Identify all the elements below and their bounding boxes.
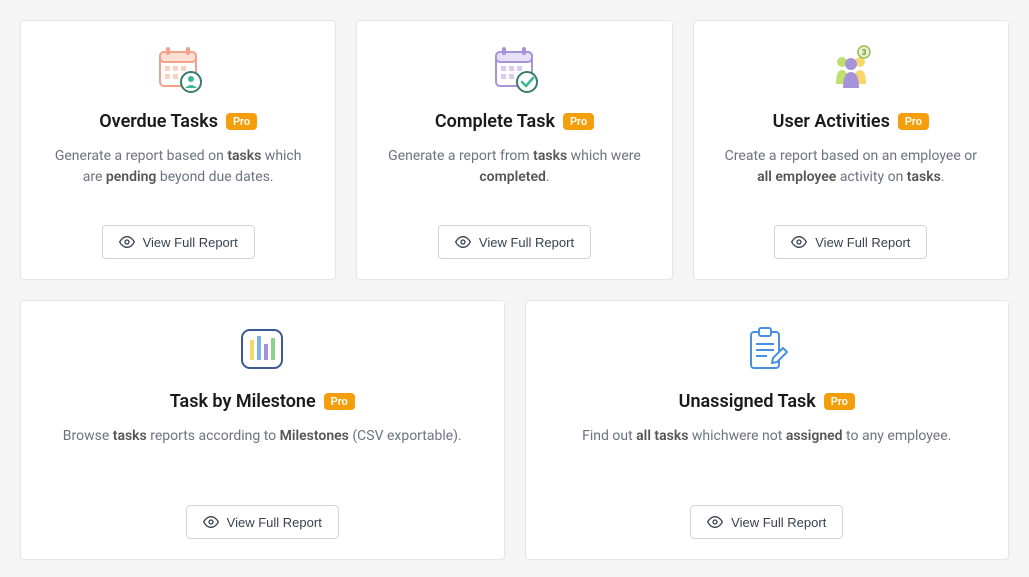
card-description: Find out all tasks whichwere not assigne… (582, 426, 951, 505)
card-description: Browse tasks reports according to Milest… (63, 426, 462, 505)
card-description: Create a report based on an employee or … (719, 146, 983, 225)
view-full-report-button[interactable]: View Full Report (690, 505, 843, 539)
card-title-row: Unassigned Task Pro (679, 391, 855, 412)
calendar-check-icon (487, 41, 541, 97)
card-title: Overdue Tasks (99, 111, 218, 132)
chart-milestone-icon (232, 321, 292, 377)
pro-badge: Pro (324, 393, 355, 410)
pro-badge: Pro (898, 113, 929, 130)
card-title-row: Complete Task Pro (435, 111, 594, 132)
card-user-activities: 3 User Activities Pro Create a report ba… (693, 20, 1009, 280)
card-title: User Activities (773, 111, 890, 132)
view-full-report-button[interactable]: View Full Report (774, 225, 927, 259)
calendar-user-overdue-icon (151, 41, 205, 97)
card-title: Complete Task (435, 111, 555, 132)
card-description: Generate a report from tasks which were … (382, 146, 646, 225)
eye-icon (203, 514, 219, 530)
report-cards-row-1: Overdue Tasks Pro Generate a report base… (20, 20, 1009, 280)
pro-badge: Pro (563, 113, 594, 130)
view-full-report-button[interactable]: View Full Report (438, 225, 591, 259)
button-label: View Full Report (143, 235, 238, 250)
card-title-row: Task by Milestone Pro (170, 391, 355, 412)
eye-icon (791, 234, 807, 250)
card-overdue-tasks: Overdue Tasks Pro Generate a report base… (20, 20, 336, 280)
card-complete-task: Complete Task Pro Generate a report from… (356, 20, 672, 280)
view-full-report-button[interactable]: View Full Report (102, 225, 255, 259)
card-description: Generate a report based on tasks which a… (46, 146, 310, 225)
card-title-row: Overdue Tasks Pro (99, 111, 257, 132)
svg-text:3: 3 (862, 48, 867, 57)
users-group-icon: 3 (824, 41, 878, 97)
card-title: Task by Milestone (170, 391, 316, 412)
button-label: View Full Report (815, 235, 910, 250)
card-unassigned-task: Unassigned Task Pro Find out all tasks w… (525, 300, 1010, 560)
card-title-row: User Activities Pro (773, 111, 929, 132)
card-task-by-milestone: Task by Milestone Pro Browse tasks repor… (20, 300, 505, 560)
pro-badge: Pro (824, 393, 855, 410)
pro-badge: Pro (226, 113, 257, 130)
clipboard-edit-icon (737, 321, 797, 377)
button-label: View Full Report (227, 515, 322, 530)
eye-icon (455, 234, 471, 250)
report-cards-row-2: Task by Milestone Pro Browse tasks repor… (20, 300, 1009, 560)
eye-icon (119, 234, 135, 250)
button-label: View Full Report (731, 515, 826, 530)
button-label: View Full Report (479, 235, 574, 250)
card-title: Unassigned Task (679, 391, 816, 412)
view-full-report-button[interactable]: View Full Report (186, 505, 339, 539)
eye-icon (707, 514, 723, 530)
